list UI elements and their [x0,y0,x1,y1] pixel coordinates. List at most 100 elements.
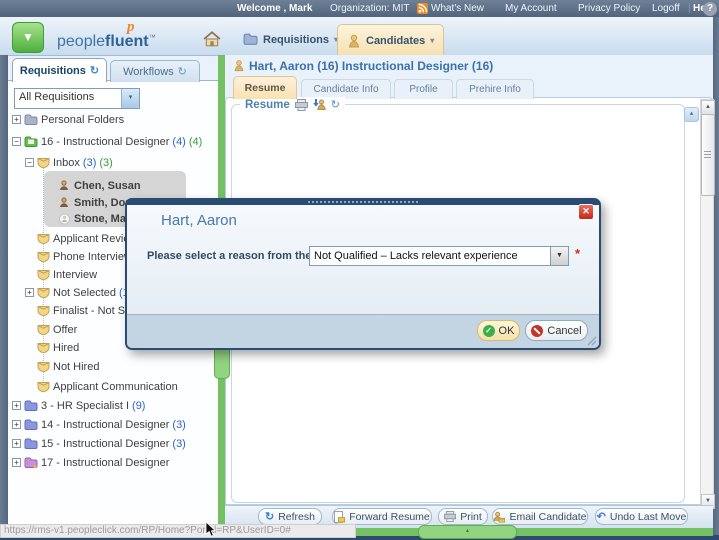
check-icon: ✓ [483,325,495,337]
status-bar-url: https://rms-v1.peopleclick.com/RP/Home?P… [0,524,356,538]
help-icon[interactable]: ? [703,2,717,16]
scrollbar-thumb[interactable] [701,114,715,196]
pouch-icon [37,287,50,299]
close-icon[interactable]: ✕ [578,204,594,220]
expand-icon: + [12,401,21,410]
candidate-icon [233,59,245,72]
refresh-icon: ↻ [265,510,274,523]
refresh-button[interactable]: ↻Refresh [258,508,322,525]
print-icon[interactable] [295,99,308,111]
email-candidate-icon [493,511,505,523]
dialog-footer: ✓OK Cancel [127,314,599,348]
resize-handle-icon[interactable] [587,336,597,346]
vertical-scrollbar[interactable]: ▲ ▼ [700,99,714,508]
folder-icon [243,33,258,46]
privacy-policy-link[interactable]: Privacy Policy [578,0,640,17]
select-arrow-icon: ▾ [121,89,139,108]
tree-item-not-hired[interactable]: Not Hired [8,358,233,375]
home-icon [203,31,221,47]
topbar-divider: | [688,0,691,17]
collapse-section-icon[interactable]: ▴ [684,107,699,122]
tree-item-req-14[interactable]: + 14 - Instructional Designer(3) [8,416,220,433]
expand-icon: + [12,420,21,429]
forward-resume-button[interactable]: Forward Resume [332,508,432,525]
pouch-icon [37,324,50,336]
expand-icon: + [12,115,21,124]
dialog-title: Hart, Aaron [161,212,237,229]
candidate-icon [58,197,71,208]
folder-icon [24,400,38,412]
cancel-icon [531,325,543,337]
email-candidate-button[interactable]: Email Candidate [492,508,588,525]
vertical-splitter-handle[interactable] [214,345,230,379]
folder-icon [24,114,38,126]
refresh-icon: ↻ [178,65,187,78]
welcome-text: Welcome , Mark [237,0,312,17]
chevron-down-icon: ▾ [430,36,434,45]
requisition-filter-select[interactable]: All Requisitions ▾ [14,88,140,109]
pouch-icon [37,269,50,281]
print-icon [444,511,456,522]
dialog-drag-bar[interactable] [127,200,599,205]
horizontal-splitter-handle[interactable]: ▴ [418,525,517,539]
tab-candidate-info[interactable]: Candidate Info [301,79,391,99]
pouch-icon [37,361,50,373]
tab-resume[interactable]: Resume [233,76,297,99]
tree-item-req-17[interactable]: + 17 - Instructional Designer [8,454,220,471]
tree-item-req-15[interactable]: + 15 - Instructional Designer(3) [8,435,220,452]
tree-item-applicant-communication[interactable]: Applicant Communication [8,378,233,395]
tree-item-req-3[interactable]: + 3 - HR Specialist I(9) [8,397,220,414]
drag-grip-icon [308,201,418,203]
collapse-icon: − [25,158,34,167]
scroll-up-icon[interactable]: ▲ [701,100,715,115]
refresh-icon[interactable]: ↻ [331,98,340,111]
expand-icon: + [12,458,21,467]
my-account-link[interactable]: My Account [505,0,557,17]
candidate-title: Hart, Aaron (16) Instructional Designer … [249,59,493,73]
folder-open-icon [24,136,38,148]
reason-select[interactable]: Not Qualified – Lacks relevant experienc… [309,246,569,266]
pouch-icon [37,251,50,263]
download-resume-icon[interactable] [313,98,326,111]
pouch-icon [37,157,50,169]
brand-logo: peoplefluent™ [57,33,156,51]
reason-label: Please select a reason from the list: [147,250,334,262]
ok-button[interactable]: ✓OK [477,320,520,341]
tree-item-req-16[interactable]: − 16 - Instructional Designer(4)(4) [8,133,220,150]
window-edge-left [0,55,8,536]
nav-candidates[interactable]: Candidates▾ [337,24,444,56]
person-icon [347,34,361,48]
tab-profile[interactable]: Profile [394,79,453,99]
cancel-button[interactable]: Cancel [525,320,588,341]
pouch-icon [37,381,50,393]
pouch-icon [37,305,50,317]
undo-last-move-button[interactable]: ↶Undo Last Move [595,508,688,525]
tree-item-inbox[interactable]: − Inbox(3)(3) [8,154,233,171]
candidate-bubble-icon [58,213,71,225]
collapse-panel-button[interactable]: ▼ [12,22,44,53]
app-window: Welcome , Mark Organization: MIT What's … [0,0,719,540]
folder-special-icon [24,457,38,469]
expand-icon: + [12,439,21,448]
expand-icon: + [25,288,34,297]
print-button[interactable]: Print [438,508,488,525]
sidebar-tab-workflows[interactable]: Workflows↻ [110,60,200,82]
rss-icon [417,3,428,14]
tree-item-personal-folders[interactable]: + Personal Folders [8,111,220,128]
folder-icon [24,438,38,450]
home-button[interactable] [196,24,228,54]
sidebar-tab-requisitions[interactable]: Requisitions↻ [12,58,107,82]
top-utility-bar: Welcome , Mark Organization: MIT What's … [0,0,719,17]
resume-section-legend: Resume ↻ [240,97,345,112]
document-icon [334,511,345,523]
pouch-icon [37,342,50,354]
folder-icon [24,419,38,431]
organization-text: Organization: MIT [330,0,409,17]
nav-requisitions[interactable]: Requisitions▾ [234,24,347,55]
whats-new-link[interactable]: What's New [431,0,484,17]
logoff-link[interactable]: Logoff [652,0,680,17]
pouch-icon [37,233,50,245]
select-arrow-icon: ▼ [550,247,568,265]
collapse-icon: − [12,137,21,146]
tab-prehire-info[interactable]: Prehire Info [456,79,534,99]
